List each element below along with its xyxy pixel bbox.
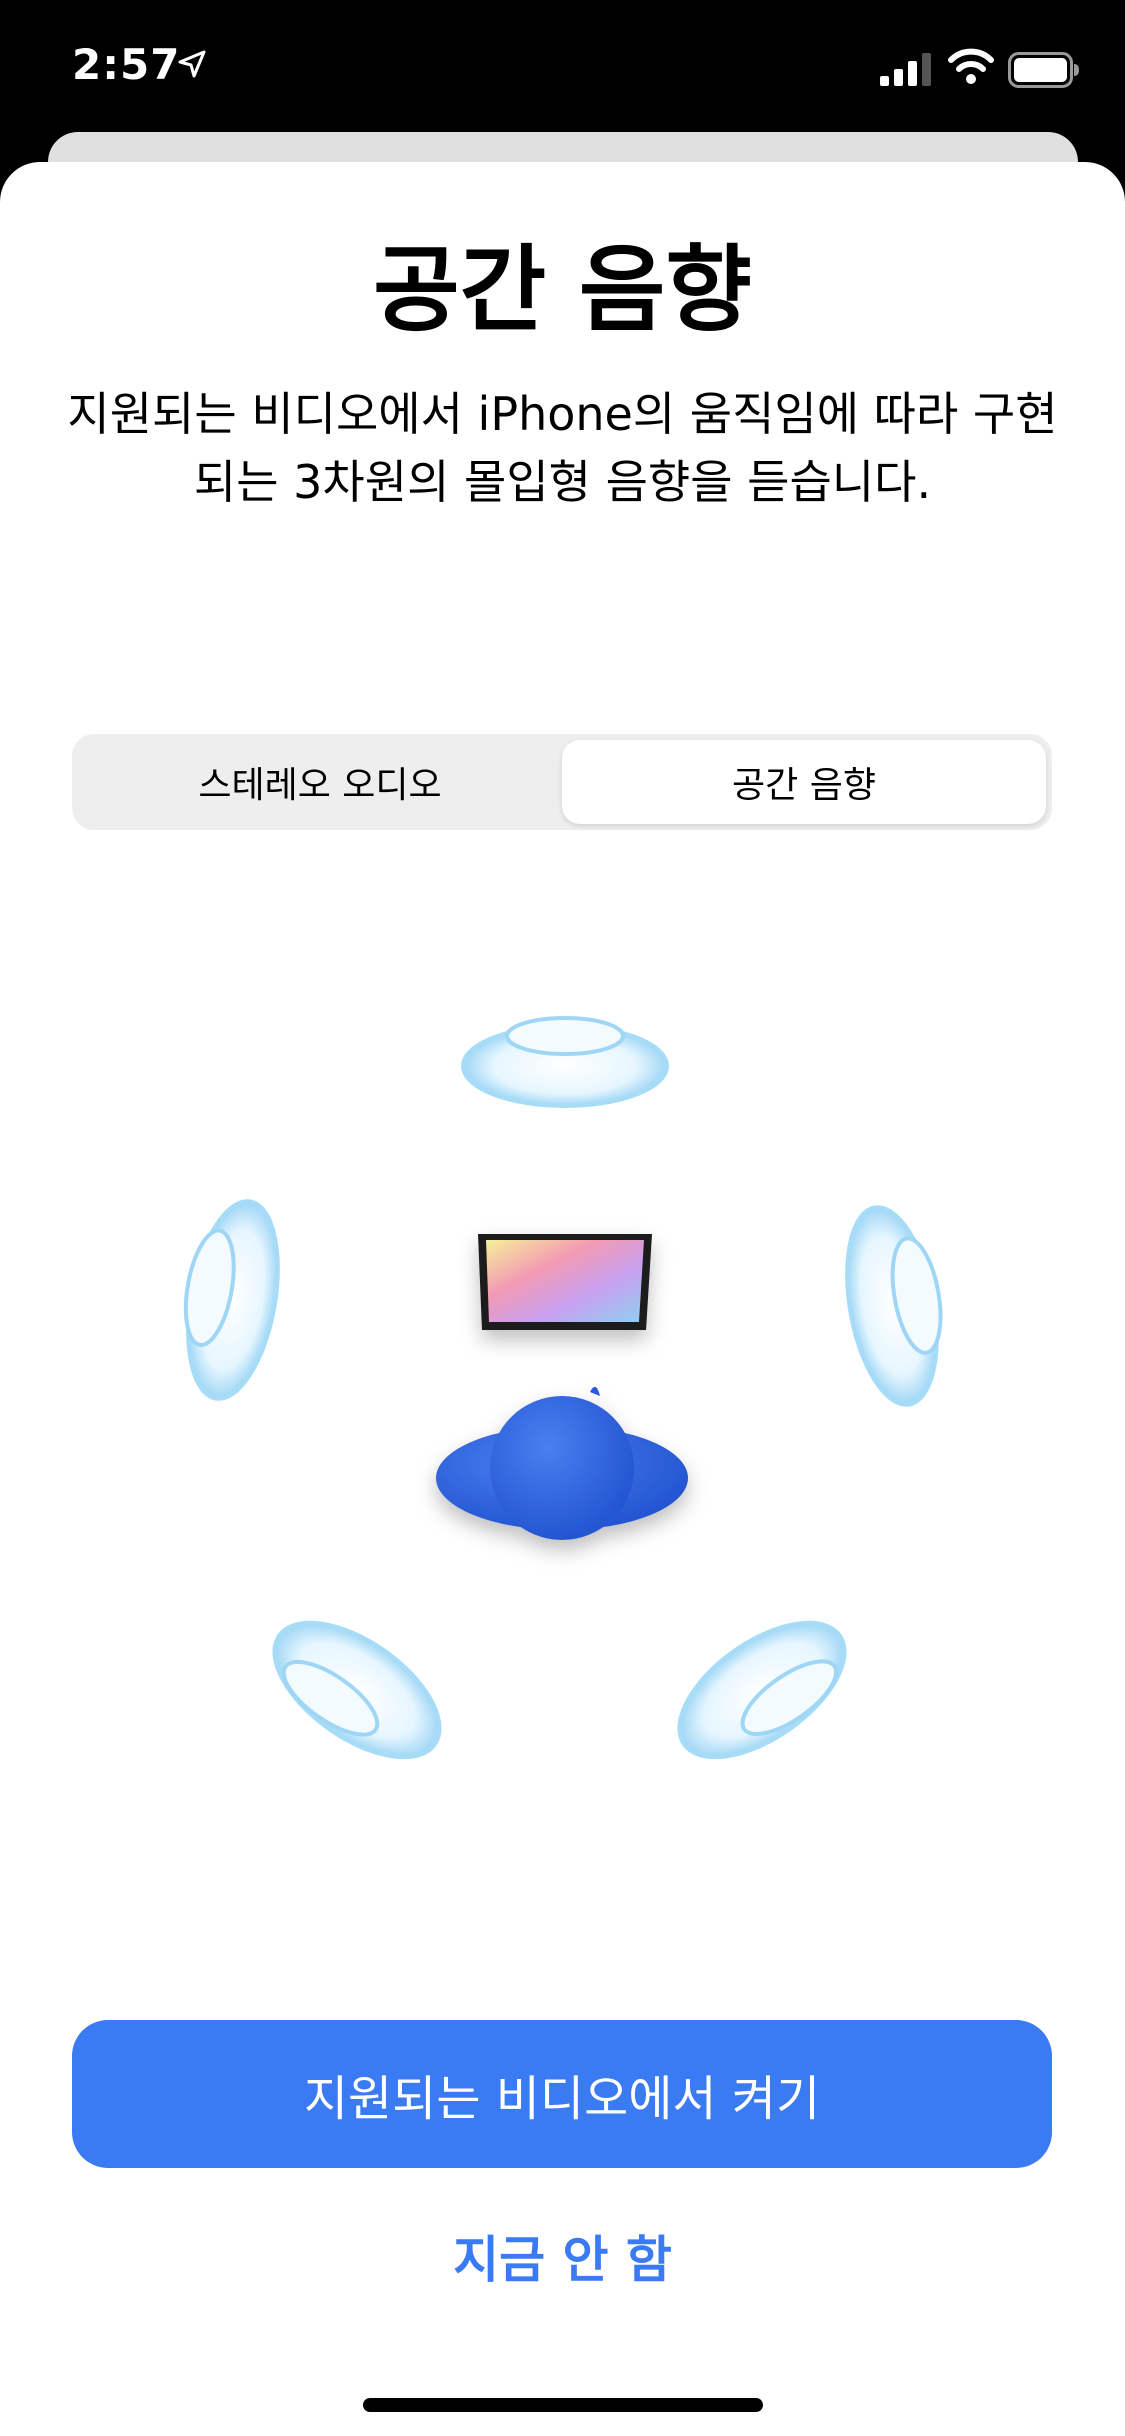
turn-on-button[interactable]: 지원되는 비디오에서 켜기 xyxy=(72,2020,1052,2168)
segment-stereo-audio[interactable]: 스테레오 오디오 xyxy=(78,740,562,824)
speaker-top xyxy=(461,1016,669,1108)
cellular-signal-icon xyxy=(880,53,931,86)
not-now-button[interactable]: 지금 안 함 xyxy=(0,2220,1125,2292)
speaker-bottom-right xyxy=(677,1620,847,1760)
segment-spatial-audio[interactable]: 공간 음향 xyxy=(562,740,1046,824)
status-bar: 2:57 xyxy=(0,0,1125,140)
location-arrow-icon xyxy=(178,50,206,78)
audio-mode-segmented-control: 스테레오 오디오 공간 음향 xyxy=(72,734,1052,830)
speaker-bottom-left xyxy=(272,1620,442,1760)
spatial-audio-illustration xyxy=(183,1016,943,1760)
wifi-icon xyxy=(948,48,994,84)
speaker-right xyxy=(845,1205,943,1407)
speaker-left xyxy=(183,1199,280,1401)
description-text: 지원되는 비디오에서 iPhone의 움직임에 따라 구현되는 3차원의 몰입형… xyxy=(67,387,1058,509)
tablet-device xyxy=(478,1234,652,1330)
battery-icon xyxy=(1008,52,1079,88)
page-title: 공간 음향 xyxy=(373,236,752,345)
status-time: 2:57 xyxy=(72,40,181,89)
home-indicator[interactable] xyxy=(363,2398,763,2412)
listener-head xyxy=(436,1386,688,1540)
